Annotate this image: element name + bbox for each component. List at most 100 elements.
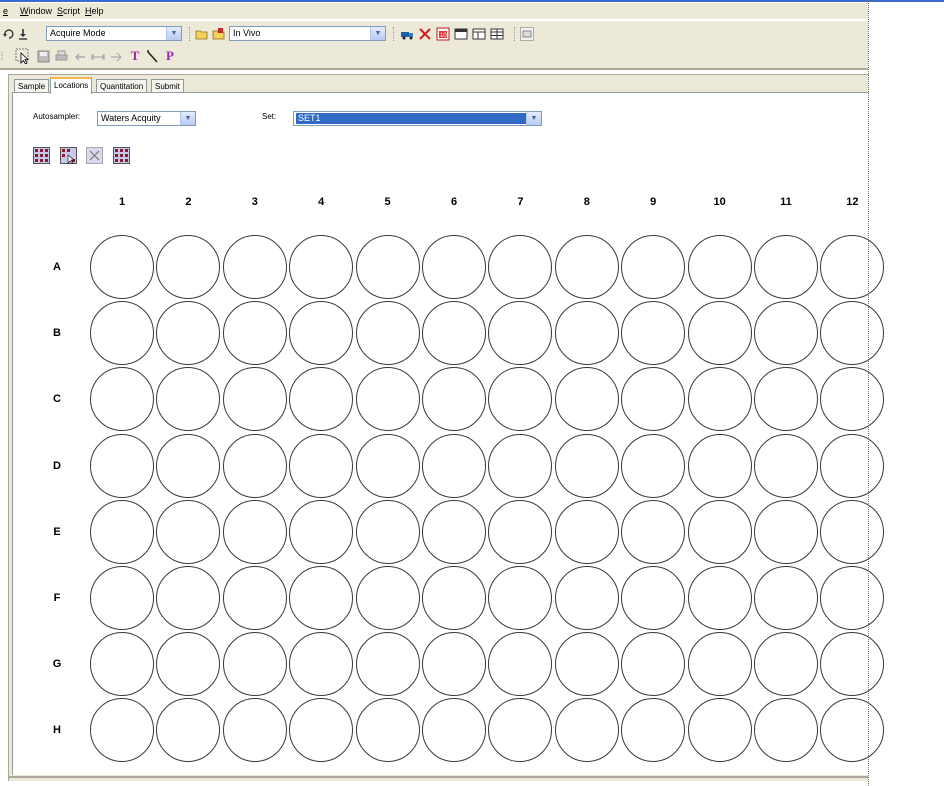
well-A10[interactable] bbox=[687, 235, 752, 299]
print-icon[interactable] bbox=[55, 50, 69, 64]
well-A11[interactable] bbox=[754, 235, 818, 299]
well-A4[interactable] bbox=[289, 235, 354, 299]
well-A3[interactable] bbox=[222, 235, 287, 299]
well-G11[interactable] bbox=[754, 632, 818, 697]
well-D1[interactable] bbox=[90, 433, 154, 498]
plate-full-icon[interactable] bbox=[113, 147, 130, 164]
well-E12[interactable] bbox=[820, 499, 885, 564]
well-C1[interactable] bbox=[90, 367, 154, 432]
autosampler-select[interactable]: Waters Acquity ▼ bbox=[97, 111, 196, 126]
menu-window[interactable]: Window bbox=[20, 6, 52, 16]
chevron-down-icon[interactable]: ▼ bbox=[526, 112, 541, 125]
well-F1[interactable] bbox=[90, 566, 154, 630]
well-D9[interactable] bbox=[621, 433, 686, 498]
well-F3[interactable] bbox=[222, 566, 287, 630]
well-C3[interactable] bbox=[222, 367, 287, 432]
well-A8[interactable] bbox=[554, 235, 619, 299]
well-B8[interactable] bbox=[554, 301, 619, 366]
well-B1[interactable] bbox=[90, 301, 154, 366]
tab-sample[interactable]: Sample bbox=[14, 79, 50, 93]
well-C11[interactable] bbox=[754, 367, 818, 432]
wand-icon[interactable] bbox=[145, 50, 159, 64]
mode-select[interactable]: Acquire Mode ▼ bbox=[46, 26, 182, 41]
well-E9[interactable] bbox=[621, 499, 686, 564]
well-D5[interactable] bbox=[355, 433, 420, 498]
well-B11[interactable] bbox=[754, 301, 818, 366]
well-D3[interactable] bbox=[222, 433, 287, 498]
well-B6[interactable] bbox=[422, 301, 486, 366]
menu-script[interactable]: Script bbox=[57, 6, 80, 16]
toolbar-grip[interactable] bbox=[514, 27, 517, 41]
well-F4[interactable] bbox=[289, 566, 354, 630]
well-E11[interactable] bbox=[754, 499, 818, 564]
chevron-down-icon[interactable]: ▼ bbox=[180, 112, 195, 125]
truck-icon[interactable] bbox=[400, 27, 414, 41]
well-F8[interactable] bbox=[554, 566, 619, 630]
well-B5[interactable] bbox=[355, 301, 420, 366]
save-icon[interactable] bbox=[37, 50, 51, 64]
well-A2[interactable] bbox=[156, 235, 221, 299]
arrow-icon[interactable] bbox=[109, 50, 123, 64]
well-F6[interactable] bbox=[422, 566, 486, 630]
well-E2[interactable] bbox=[156, 499, 221, 564]
well-E10[interactable] bbox=[687, 499, 752, 564]
toolbar-grip[interactable] bbox=[393, 27, 396, 41]
well-B10[interactable] bbox=[687, 301, 752, 366]
well-D8[interactable] bbox=[554, 433, 619, 498]
well-H11[interactable] bbox=[754, 698, 818, 763]
well-H3[interactable] bbox=[222, 698, 287, 763]
well-C5[interactable] bbox=[355, 367, 420, 432]
well-E4[interactable] bbox=[289, 499, 354, 564]
well-D11[interactable] bbox=[754, 433, 818, 498]
well-G8[interactable] bbox=[554, 632, 619, 697]
well-C10[interactable] bbox=[687, 367, 752, 432]
well-D2[interactable] bbox=[156, 433, 221, 498]
well-B3[interactable] bbox=[222, 301, 287, 366]
refresh-icon[interactable] bbox=[2, 27, 16, 41]
well-H12[interactable] bbox=[820, 698, 885, 763]
delete-x-icon[interactable] bbox=[418, 27, 432, 41]
cursor-select-icon[interactable] bbox=[15, 48, 30, 64]
open-folder-icon[interactable] bbox=[195, 27, 209, 41]
well-A1[interactable] bbox=[90, 235, 154, 299]
peak-p-icon[interactable]: P bbox=[163, 49, 177, 63]
menu-help[interactable]: Help bbox=[85, 6, 104, 16]
well-F11[interactable] bbox=[754, 566, 818, 630]
well-A5[interactable] bbox=[355, 235, 420, 299]
well-F9[interactable] bbox=[621, 566, 686, 630]
well-G9[interactable] bbox=[621, 632, 686, 697]
well-E7[interactable] bbox=[488, 499, 553, 564]
well-H5[interactable] bbox=[355, 698, 420, 763]
project-select[interactable]: In Vivo ▼ bbox=[229, 26, 386, 41]
layout-icon[interactable] bbox=[472, 27, 486, 41]
well-E6[interactable] bbox=[422, 499, 486, 564]
text-t-icon[interactable]: T bbox=[128, 49, 142, 63]
well-G5[interactable] bbox=[355, 632, 420, 697]
well-E5[interactable] bbox=[355, 499, 420, 564]
print-preview-icon[interactable] bbox=[520, 27, 534, 41]
well-D6[interactable] bbox=[422, 433, 486, 498]
well-G12[interactable] bbox=[820, 632, 885, 697]
well-C12[interactable] bbox=[820, 367, 885, 432]
plate-select-all-icon[interactable] bbox=[33, 147, 50, 164]
measure-icon[interactable] bbox=[91, 50, 105, 64]
well-D10[interactable] bbox=[687, 433, 752, 498]
well-F10[interactable] bbox=[687, 566, 752, 630]
well-C6[interactable] bbox=[422, 367, 486, 432]
tab-locations[interactable]: Locations bbox=[50, 77, 93, 94]
well-C8[interactable] bbox=[554, 367, 619, 432]
grid-icon[interactable] bbox=[490, 27, 504, 41]
menu-file[interactable]: e bbox=[3, 6, 8, 16]
well-H10[interactable] bbox=[687, 698, 752, 763]
well-B12[interactable] bbox=[820, 301, 885, 366]
well-A6[interactable] bbox=[422, 235, 486, 299]
window-icon[interactable] bbox=[454, 27, 468, 41]
well-G1[interactable] bbox=[90, 632, 154, 697]
well-F2[interactable] bbox=[156, 566, 221, 630]
well-D12[interactable] bbox=[820, 433, 885, 498]
well-H1[interactable] bbox=[90, 698, 154, 763]
chevron-down-icon[interactable]: ▼ bbox=[166, 27, 181, 40]
set-select[interactable]: SET1 ▼ bbox=[293, 111, 542, 126]
well-G4[interactable] bbox=[289, 632, 354, 697]
well-B9[interactable] bbox=[621, 301, 686, 366]
